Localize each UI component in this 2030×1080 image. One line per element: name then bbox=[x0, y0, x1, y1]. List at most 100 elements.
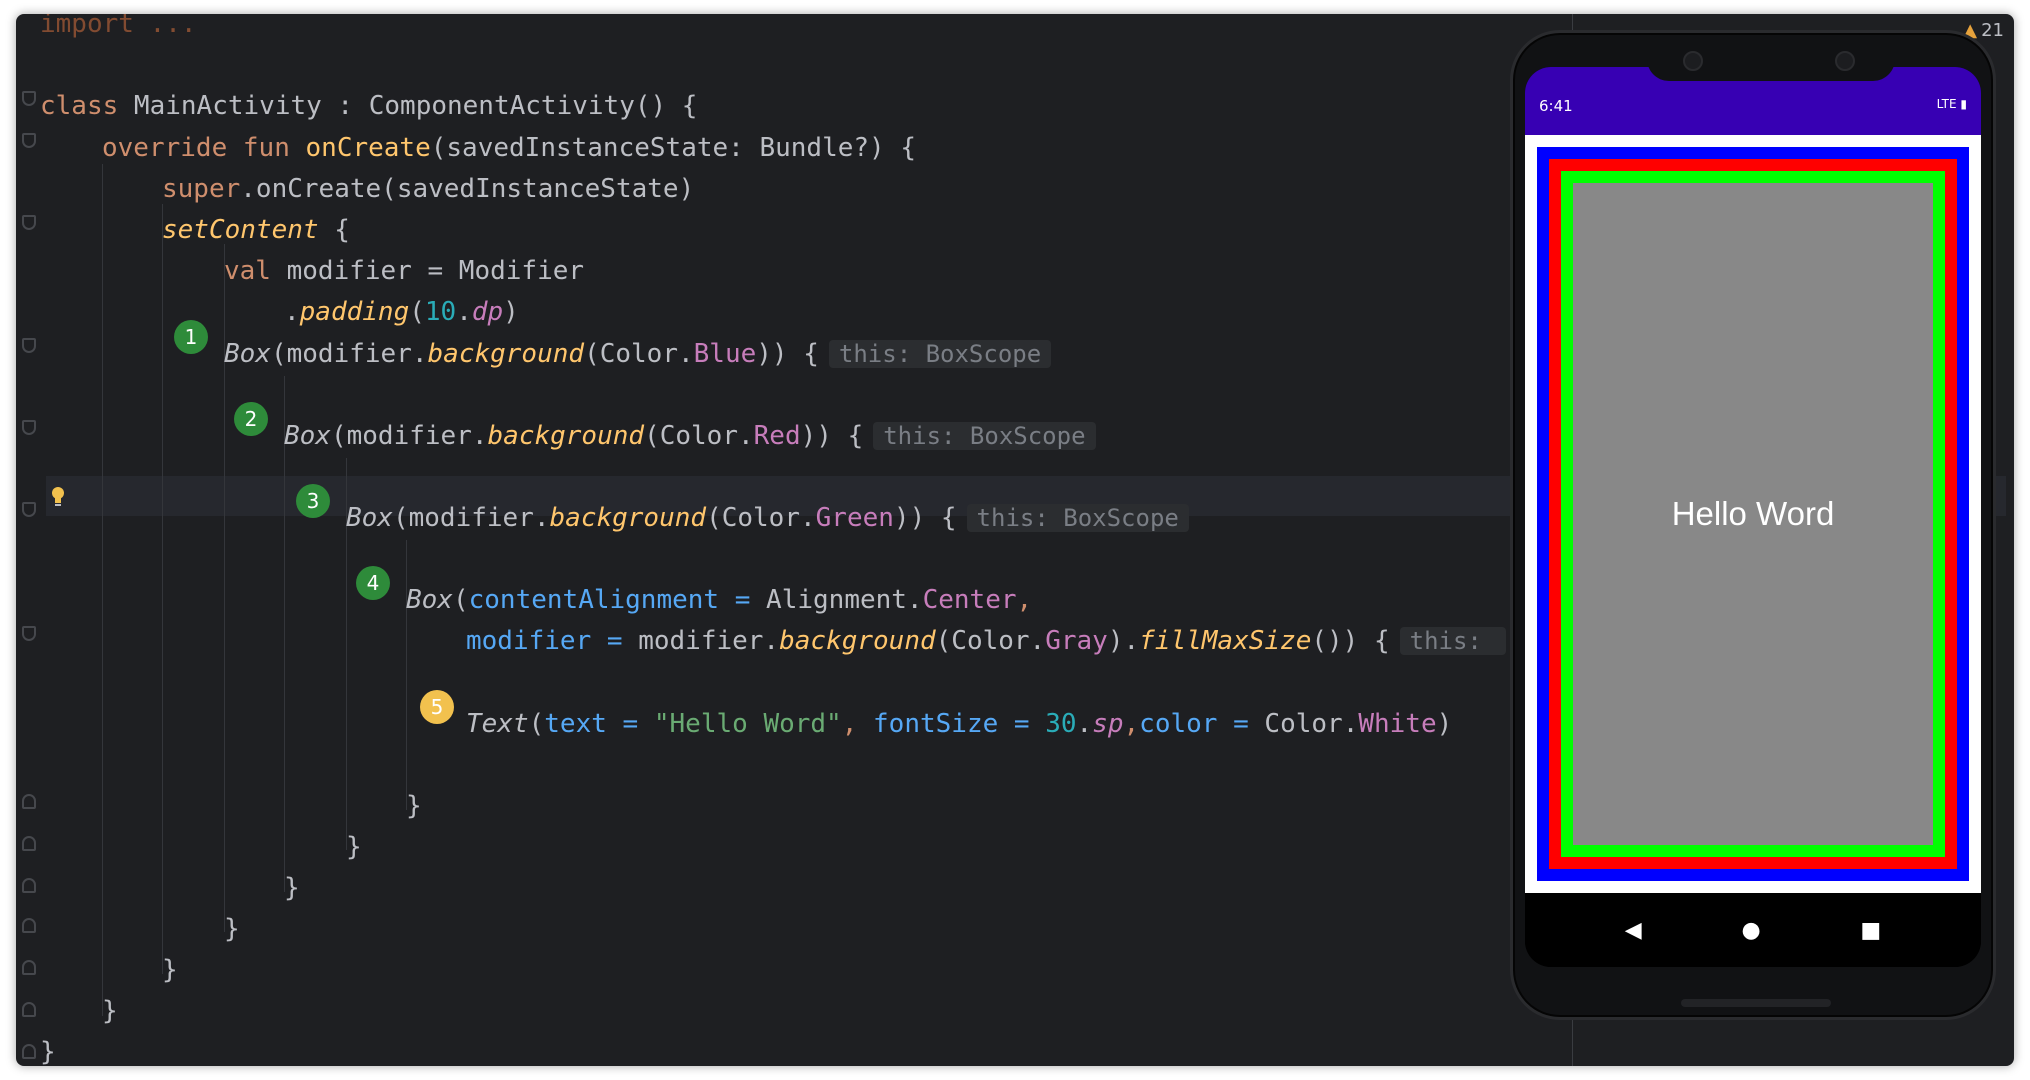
inlay-hint: this: BoxScope bbox=[873, 422, 1096, 450]
back-icon[interactable]: ◀ bbox=[1625, 918, 1642, 943]
code-text: (modifier. bbox=[330, 421, 488, 451]
fold-marker[interactable] bbox=[22, 878, 36, 893]
function-call: fillMaxSize bbox=[1139, 626, 1312, 656]
code-line-close: } bbox=[40, 1037, 56, 1066]
step-badge-4: 4 bbox=[356, 566, 390, 600]
code-editor[interactable]: import ... class MainActivity : Componen… bbox=[16, 14, 2006, 1066]
code-text: . bbox=[456, 297, 472, 327]
code-text: (Color. bbox=[584, 339, 694, 369]
code-line-close: } bbox=[224, 914, 240, 944]
keyword: fun bbox=[227, 133, 306, 163]
keyword: val bbox=[224, 256, 271, 286]
phone-speaker bbox=[1681, 999, 1831, 1007]
code-line-close: } bbox=[346, 832, 362, 862]
code-line-padding: .padding(10.dp) bbox=[284, 292, 519, 332]
code-text: = bbox=[1217, 709, 1265, 739]
network-label: LTE bbox=[1936, 97, 1957, 111]
emulator-screen[interactable]: 6:41 LTE ▮ Hello Word ◀ ● ■ bbox=[1525, 67, 1981, 967]
fold-marker[interactable] bbox=[22, 626, 36, 641]
inlay-hint: this: BoxScope bbox=[966, 504, 1189, 532]
home-icon[interactable]: ● bbox=[1741, 918, 1760, 943]
box-blue: Hello Word bbox=[1537, 147, 1969, 881]
function-call: background bbox=[427, 339, 585, 369]
code-text: .onCreate(savedInstanceState) bbox=[240, 174, 695, 204]
code-text: ) bbox=[503, 297, 519, 327]
extension-property: sp bbox=[1092, 709, 1124, 739]
code-line-box-blue: Box(modifier.background(Color.Blue)) {th… bbox=[224, 334, 1052, 374]
function-call: background bbox=[487, 421, 645, 451]
inlay-hint: this: bbox=[1399, 627, 1507, 655]
fold-marker[interactable] bbox=[22, 133, 36, 148]
editor-gutter bbox=[16, 14, 46, 1066]
step-badge-2: 2 bbox=[234, 402, 268, 436]
code-line-box-green: Box(modifier.background(Color.Green)) {t… bbox=[346, 498, 1189, 538]
code-text: , bbox=[1016, 585, 1033, 615]
fold-marker[interactable] bbox=[22, 836, 36, 851]
warning-count: 21 bbox=[1981, 20, 2004, 41]
function-call: setContent bbox=[162, 215, 319, 245]
signal-status: LTE ▮ bbox=[1937, 97, 1967, 111]
phone-notch bbox=[1647, 41, 1895, 81]
code-text: modifier. bbox=[638, 626, 780, 656]
function-call: background bbox=[549, 503, 707, 533]
code-text: { bbox=[318, 215, 350, 245]
fold-marker[interactable] bbox=[22, 794, 36, 809]
fold-marker[interactable] bbox=[22, 420, 36, 435]
step-badge-5: 5 bbox=[420, 690, 454, 724]
code-text: = bbox=[998, 709, 1046, 739]
code-line-box-red: Box(modifier.background(Color.Red)) {thi… bbox=[284, 416, 1096, 456]
code-line-text: Text(text = "Hello Word", fontSize = 30.… bbox=[466, 704, 1452, 744]
emulator-phone: 6:41 LTE ▮ Hello Word ◀ ● ■ bbox=[1510, 30, 1996, 1020]
fold-marker[interactable] bbox=[22, 1044, 36, 1059]
code-line-close: } bbox=[162, 955, 178, 985]
code-text: (Color. bbox=[935, 626, 1046, 656]
code-text: (Color. bbox=[706, 503, 816, 533]
color-constant: Red bbox=[753, 421, 801, 451]
battery-icon: ▮ bbox=[1960, 97, 1967, 111]
composable-name: Box bbox=[284, 421, 331, 451]
code-text: = bbox=[719, 585, 767, 615]
extension-property: dp bbox=[471, 297, 504, 327]
color-constant: Gray bbox=[1045, 626, 1108, 656]
box-red: Hello Word bbox=[1549, 159, 1957, 869]
fold-marker[interactable] bbox=[22, 91, 36, 106]
color-constant: Blue bbox=[693, 339, 757, 369]
code-text: (savedInstanceState: Bundle?) { bbox=[430, 133, 917, 163]
code-line-super: super.onCreate(savedInstanceState) bbox=[162, 169, 694, 209]
code-text: )) { bbox=[756, 339, 819, 369]
inlay-hint: this: BoxScope bbox=[828, 340, 1052, 368]
keyword: override bbox=[102, 133, 228, 163]
fold-marker[interactable] bbox=[22, 502, 36, 517]
number-literal: 10 bbox=[424, 297, 457, 327]
fold-marker[interactable] bbox=[22, 1002, 36, 1017]
hello-text: Hello Word bbox=[1671, 495, 1835, 532]
color-constant: Green bbox=[815, 503, 894, 533]
code-text: )) { bbox=[800, 421, 864, 451]
code-text: ( bbox=[452, 585, 469, 615]
step-badge-1: 1 bbox=[174, 320, 208, 354]
code-text: ( bbox=[528, 709, 545, 739]
code-line-override: override fun onCreate(savedInstanceState… bbox=[102, 128, 916, 168]
code-line-val: val modifier = Modifier bbox=[224, 251, 584, 291]
app-content: Hello Word bbox=[1525, 135, 1981, 893]
fold-marker[interactable] bbox=[22, 215, 36, 230]
fold-marker[interactable] bbox=[22, 918, 36, 933]
box-green: Hello Word bbox=[1561, 171, 1945, 857]
code-line-import: import ... bbox=[40, 14, 197, 39]
code-text: ) bbox=[1436, 709, 1453, 739]
code-text: , bbox=[841, 709, 874, 739]
named-argument: contentAlignment bbox=[468, 585, 720, 615]
composable-name: Box bbox=[224, 339, 271, 369]
named-argument: text bbox=[544, 709, 607, 739]
recents-icon[interactable]: ■ bbox=[1860, 918, 1881, 943]
code-line-setcontent: setContent { bbox=[162, 210, 350, 250]
ide-window: import ... class MainActivity : Componen… bbox=[16, 14, 2014, 1066]
code-text: modifier = Modifier bbox=[270, 256, 585, 286]
lightbulb-icon[interactable] bbox=[50, 486, 66, 506]
fold-marker[interactable] bbox=[22, 338, 36, 353]
indent-guide bbox=[162, 204, 163, 974]
code-text: Alignment. bbox=[766, 585, 923, 615]
code-line-close: } bbox=[284, 873, 300, 903]
code-text: . bbox=[284, 297, 300, 327]
fold-marker[interactable] bbox=[22, 960, 36, 975]
